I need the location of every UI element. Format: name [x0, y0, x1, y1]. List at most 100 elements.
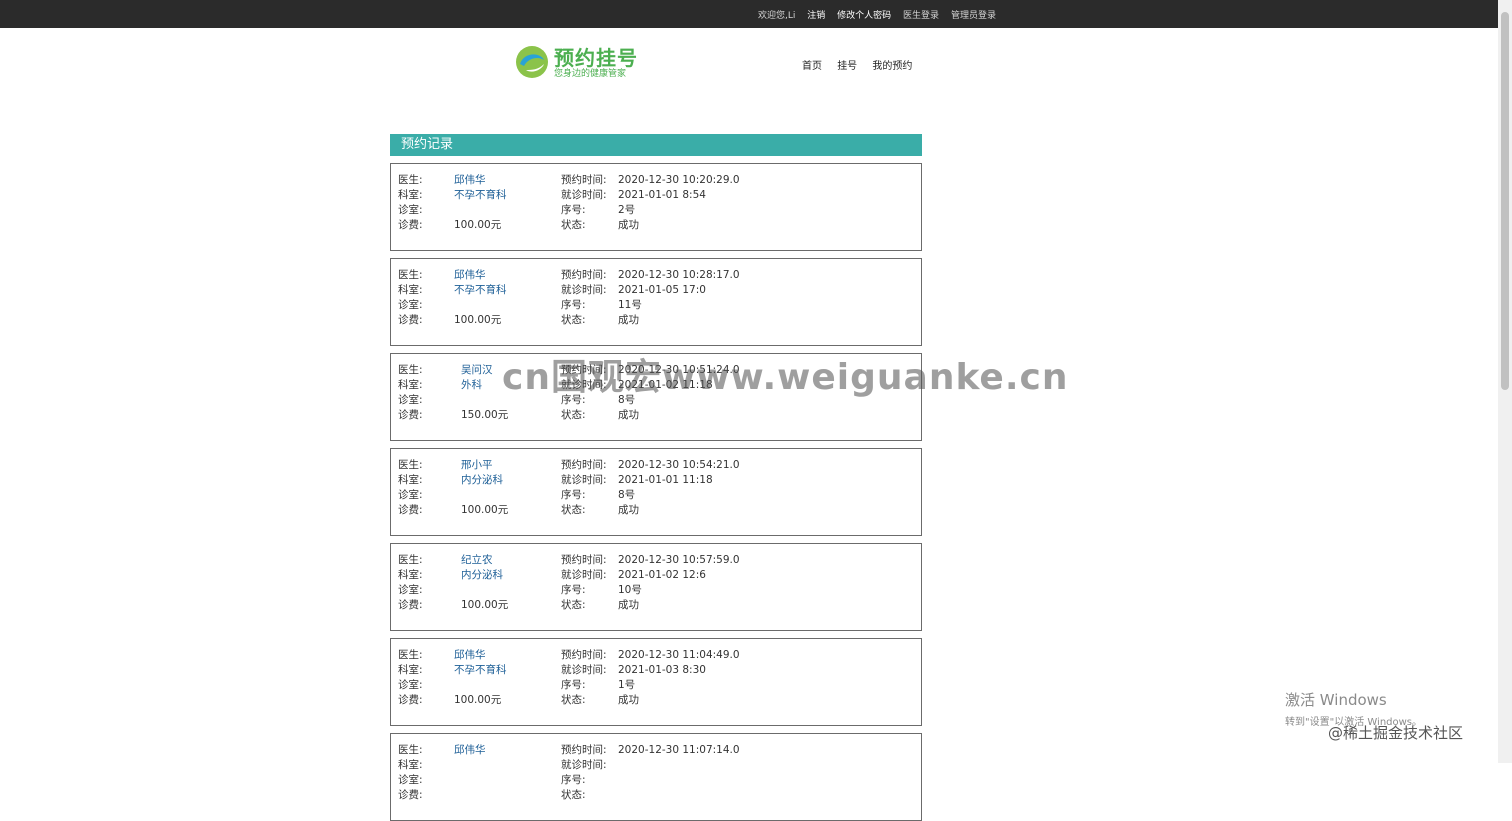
record-card: 医生: 邱伟华 预约时间: 2020-12-30 10:20:29.0 科室: 不孕不育科… [390, 163, 922, 251]
field-label-number: 序号: [561, 204, 586, 216]
nav-my-appointments[interactable]: 我的预约 [872, 61, 912, 72]
field-value-department[interactable]: 不孕不育科 [454, 283, 507, 298]
record-list: 医生: 邱伟华 预约时间: 2020-12-30 10:20:29.0 科室: 不孕不育科… [390, 163, 922, 821]
field-value-doctor[interactable]: 邱伟华 [454, 173, 486, 188]
admin-login-link[interactable]: 管理员登录 [951, 11, 996, 21]
record-row: 诊室: 序号: 11号 [398, 298, 914, 313]
record-body: 医生: 纪立农 预约时间: 2020-12-30 10:57:59.0 科室: 内分泌科 就… [398, 553, 914, 613]
field-value-department[interactable]: 不孕不育科 [454, 663, 507, 678]
field-value-visit_time: 2021-01-05 17:0 [618, 284, 706, 296]
field-label-fee: 诊费: [398, 409, 423, 421]
logout-link[interactable]: 注销 [807, 11, 825, 21]
field-value-department[interactable]: 不孕不育科 [454, 188, 507, 203]
field-value-department[interactable]: 内分泌科 [461, 473, 503, 488]
field-value-number: 11号 [618, 299, 642, 311]
field-value-status: 成功 [618, 504, 639, 516]
field-value-fee: 100.00元 [454, 219, 502, 231]
record-card: 医生: 邱伟华 预约时间: 2020-12-30 10:28:17.0 科室: 不孕不育科… [390, 258, 922, 346]
record-row: 科室: 内分泌科 就诊时间: 2021-01-01 11:18 [398, 473, 914, 488]
record-row: 诊费: 100.00元 状态: 成功 [398, 313, 914, 328]
field-label-booking_time: 预约时间: [561, 649, 607, 661]
field-label-number: 序号: [561, 774, 586, 786]
field-label-status: 状态: [561, 409, 586, 421]
field-label-fee: 诊费: [398, 599, 423, 611]
watermark: cn国观宏www.weiguanke.cn [502, 357, 1069, 398]
field-label-status: 状态: [561, 599, 586, 611]
field-value-booking_time: 2020-12-30 10:54:21.0 [618, 459, 740, 471]
field-label-fee: 诊费: [398, 789, 423, 801]
record-row: 诊费: 100.00元 状态: 成功 [398, 503, 914, 518]
field-label-fee: 诊费: [398, 504, 423, 516]
record-row: 科室: 就诊时间: [398, 758, 914, 773]
field-value-visit_time: 2021-01-03 8:30 [618, 664, 706, 676]
field-label-fee: 诊费: [398, 314, 423, 326]
record-card: 医生: 邱伟华 预约时间: 2020-12-30 11:07:14.0 科室: 就诊时间:… [390, 733, 922, 821]
field-value-status: 成功 [618, 599, 639, 611]
field-value-doctor[interactable]: 纪立农 [461, 553, 493, 568]
record-row: 诊室: 序号: 10号 [398, 583, 914, 598]
record-body: 医生: 邱伟华 预约时间: 2020-12-30 11:07:14.0 科室: 就诊时间:… [398, 743, 914, 803]
field-label-doctor: 医生: [398, 459, 423, 471]
welcome-text: 欢迎您,Li [758, 11, 796, 21]
logo-icon [516, 46, 548, 78]
record-card: 医生: 纪立农 预约时间: 2020-12-30 10:57:59.0 科室: 内分泌科 就… [390, 543, 922, 631]
record-row: 科室: 不孕不育科 就诊时间: 2021-01-05 17:0 [398, 283, 914, 298]
field-label-room: 诊室: [398, 584, 423, 596]
field-value-fee: 100.00元 [454, 314, 502, 326]
record-row: 诊费: 100.00元 状态: 成功 [398, 693, 914, 708]
record-body: 医生: 邱伟华 预约时间: 2020-12-30 11:04:49.0 科室: 不孕不育科… [398, 648, 914, 708]
field-value-doctor[interactable]: 邱伟华 [454, 743, 486, 758]
field-value-fee: 100.00元 [461, 504, 509, 516]
nav-register[interactable]: 挂号 [837, 61, 857, 72]
field-label-number: 序号: [561, 584, 586, 596]
field-value-visit_time: 2021-01-01 11:18 [618, 474, 713, 486]
nav-home[interactable]: 首页 [802, 61, 822, 72]
field-value-booking_time: 2020-12-30 11:07:14.0 [618, 744, 740, 756]
field-label-department: 科室: [398, 189, 423, 201]
field-label-doctor: 医生: [398, 649, 423, 661]
field-value-booking_time: 2020-12-30 11:04:49.0 [618, 649, 740, 661]
change-password-link[interactable]: 修改个人密码 [837, 11, 891, 21]
record-row: 诊费: 100.00元 状态: 成功 [398, 598, 914, 613]
field-label-booking_time: 预约时间: [561, 269, 607, 281]
field-label-department: 科室: [398, 474, 423, 486]
doctor-login-link[interactable]: 医生登录 [903, 11, 939, 21]
record-row: 诊室: 序号: [398, 773, 914, 788]
field-label-room: 诊室: [398, 204, 423, 216]
field-label-doctor: 医生: [398, 554, 423, 566]
field-label-number: 序号: [561, 679, 586, 691]
record-row: 医生: 邱伟华 预约时间: 2020-12-30 10:28:17.0 [398, 268, 914, 283]
field-value-status: 成功 [618, 694, 639, 706]
scrollbar-thumb[interactable] [1501, 12, 1509, 390]
field-label-booking_time: 预约时间: [561, 744, 607, 756]
record-row: 医生: 邱伟华 预约时间: 2020-12-30 10:20:29.0 [398, 173, 914, 188]
field-value-number: 1号 [618, 679, 636, 691]
field-label-doctor: 医生: [398, 269, 423, 281]
field-value-number: 10号 [618, 584, 642, 596]
field-value-doctor[interactable]: 邱伟华 [454, 268, 486, 283]
community-watermark: @稀土掘金技术社区 [1328, 724, 1464, 742]
record-row: 诊室: 序号: 2号 [398, 203, 914, 218]
field-label-doctor: 医生: [398, 174, 423, 186]
field-value-doctor[interactable]: 邢小平 [461, 458, 493, 473]
field-label-doctor: 医生: [398, 364, 423, 376]
record-card: 医生: 邢小平 预约时间: 2020-12-30 10:54:21.0 科室: 内分泌科 就… [390, 448, 922, 536]
record-row: 诊费: 状态: [398, 788, 914, 803]
field-label-number: 序号: [561, 299, 586, 311]
top-bar-links: 欢迎您,Li 注销 修改个人密码 医生登录 管理员登录 [758, 8, 1005, 21]
site-logo[interactable]: 预约挂号 您身边的健康管家 [514, 42, 644, 82]
field-value-booking_time: 2020-12-30 10:20:29.0 [618, 174, 740, 186]
field-value-doctor[interactable]: 邱伟华 [454, 648, 486, 663]
record-row: 诊费: 150.00元 状态: 成功 [398, 408, 914, 423]
field-value-number: 8号 [618, 489, 636, 501]
field-value-doctor[interactable]: 吴问汉 [461, 363, 493, 378]
field-label-room: 诊室: [398, 394, 423, 406]
field-value-department[interactable]: 外科 [461, 378, 482, 393]
record-row: 医生: 邱伟华 预约时间: 2020-12-30 11:07:14.0 [398, 743, 914, 758]
record-body: 医生: 邱伟华 预约时间: 2020-12-30 10:20:29.0 科室: 不孕不育科… [398, 173, 914, 233]
logo-subtitle: 您身边的健康管家 [554, 69, 627, 79]
field-label-visit_time: 就诊时间: [561, 474, 607, 486]
field-label-booking_time: 预约时间: [561, 174, 607, 186]
page-scrollbar[interactable] [1498, 0, 1512, 763]
field-value-department[interactable]: 内分泌科 [461, 568, 503, 583]
